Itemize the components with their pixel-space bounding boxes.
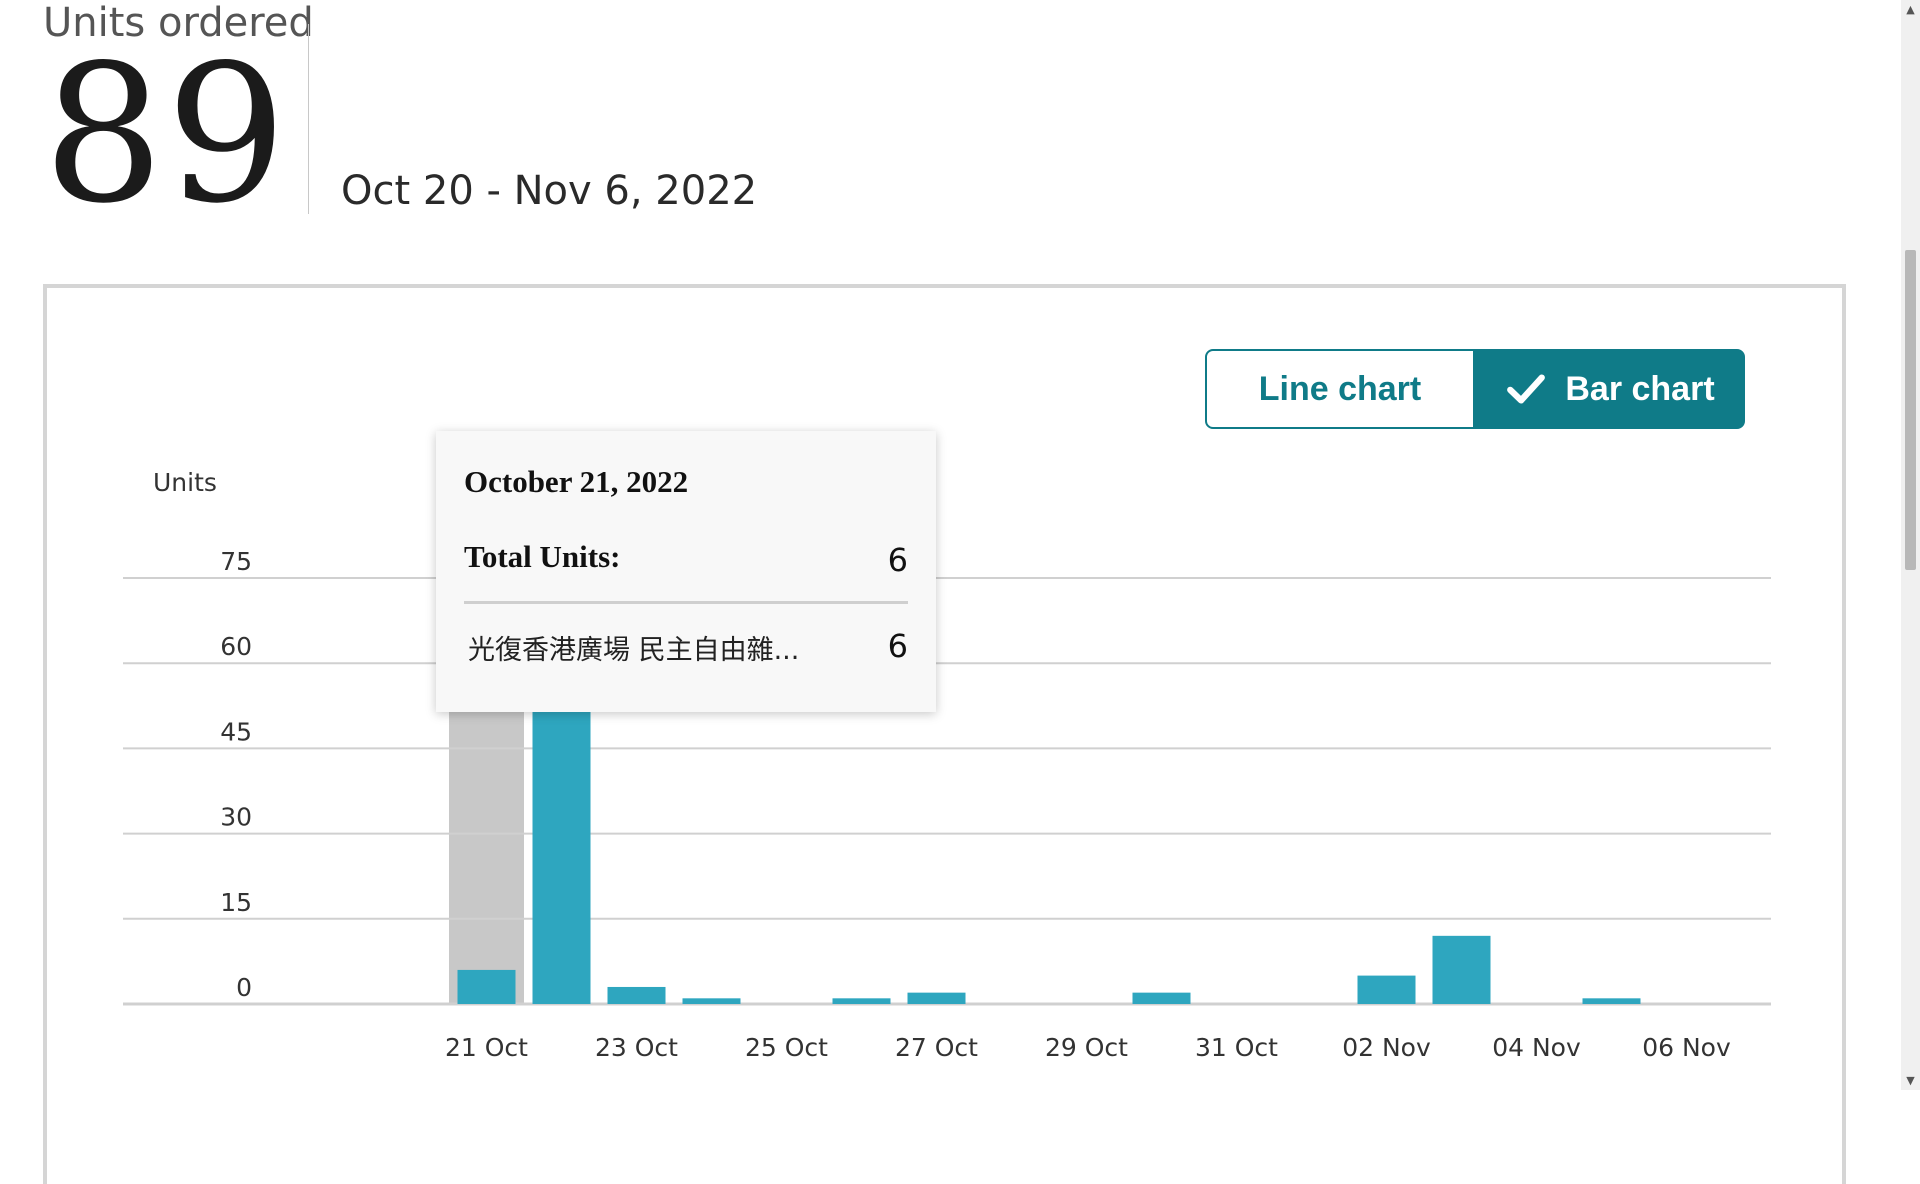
- bar-03-nov: [1432, 935, 1491, 1004]
- x-tick-label: 27 Oct: [895, 1033, 978, 1062]
- tooltip-divider: [464, 601, 908, 604]
- tooltip-total-value: 6: [887, 541, 908, 579]
- scroll-thumb[interactable]: [1905, 250, 1916, 570]
- y-tick-label: 30: [220, 803, 252, 832]
- bar-22-oct: [532, 702, 591, 1004]
- bar-05-nov: [1582, 998, 1641, 1004]
- tooltip-item-label: 光復香港廣場 民主自由雜...: [468, 635, 800, 666]
- x-tick-label: 06 Nov: [1642, 1033, 1731, 1062]
- bar-21-oct: [457, 969, 516, 1004]
- x-tick-label: 25 Oct: [745, 1033, 828, 1062]
- bar-24-oct: [682, 998, 741, 1004]
- tooltip-total-label: Total Units:: [464, 539, 621, 574]
- scroll-down-icon[interactable]: ▼: [1901, 1071, 1920, 1090]
- y-tick-label: 60: [220, 632, 252, 661]
- x-tick-label: 23 Oct: [595, 1033, 678, 1062]
- scroll-up-icon[interactable]: ▲: [1901, 0, 1920, 19]
- bar-30-oct: [1132, 992, 1191, 1004]
- x-tick-label: 04 Nov: [1492, 1033, 1581, 1062]
- bar-27-oct: [907, 992, 966, 1004]
- y-tick-label: 45: [220, 717, 252, 746]
- y-tick-label: 75: [220, 547, 252, 576]
- x-tick-label: 31 Oct: [1195, 1033, 1278, 1062]
- bar-chart: 75 60 45 30 15 0 21 Oct 23 Oct 25 Oct 27 Oct 29 Oc…: [123, 547, 1771, 1062]
- bar-26-oct: [832, 998, 891, 1004]
- tooltip-date: October 21, 2022: [464, 464, 689, 499]
- y-tick-label: 0: [236, 973, 252, 1002]
- tooltip-item-value: 6: [887, 627, 908, 665]
- x-tick-label: 29 Oct: [1045, 1033, 1128, 1062]
- y-tick-label: 15: [220, 888, 252, 917]
- vertical-scrollbar[interactable]: ▲ ▼: [1901, 0, 1920, 1090]
- bar-02-nov: [1357, 975, 1416, 1004]
- bar-23-oct: [607, 986, 666, 1004]
- x-tick-label: 02 Nov: [1342, 1033, 1431, 1062]
- x-tick-label: 21 Oct: [445, 1033, 528, 1062]
- chart-tooltip: October 21, 2022 Total Units: 6 光復香港廣場 民…: [436, 431, 936, 712]
